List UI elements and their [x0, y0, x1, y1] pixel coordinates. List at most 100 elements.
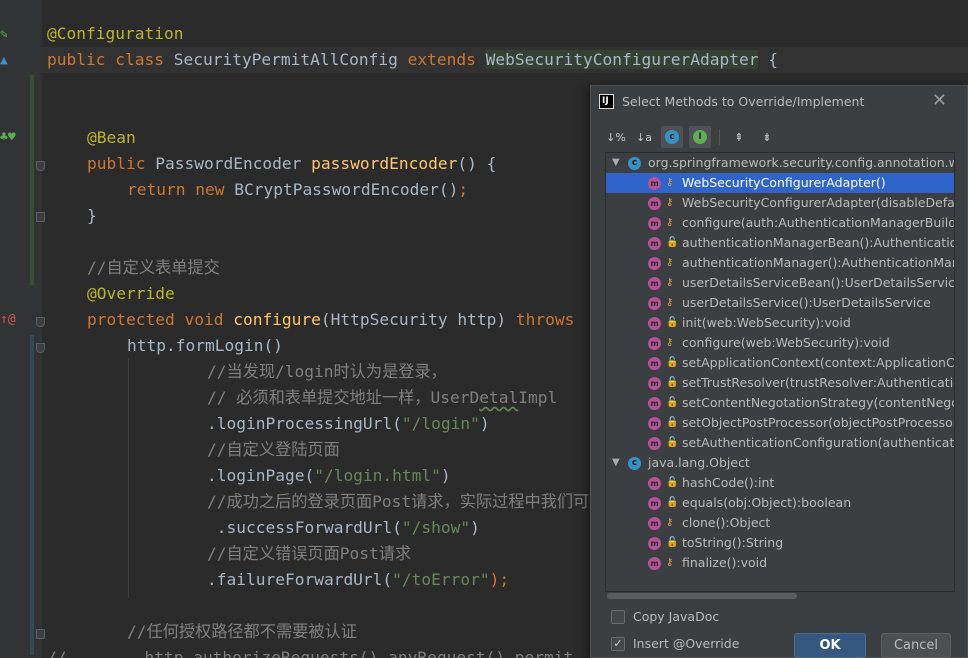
method-row[interactable]: m 🔓 toString():String — [606, 533, 954, 553]
protected-key-icon: ⚷ — [666, 217, 674, 228]
run-gutter-icon[interactable]: ▲ — [0, 54, 8, 67]
method-row[interactable]: m 🔓 setContentNegotationStrategy(contentNe… — [606, 393, 954, 413]
protected-key-icon: ⚷ — [666, 177, 674, 188]
method-row[interactable]: m ⚷ authenticationManager():Authentication… — [606, 253, 954, 273]
method-call: .loginProcessingUrl( — [207, 414, 402, 433]
horizontal-scrollbar[interactable] — [605, 592, 955, 600]
sort-alphabetically-icon[interactable]: ↓a — [633, 126, 655, 148]
change-marker-added — [30, 75, 34, 285]
method-row[interactable]: m 🔓 setAuthenticationConfiguration(authent… — [606, 433, 954, 453]
params: () { — [457, 154, 497, 173]
method-row[interactable]: m ⚷ configure(auth:AuthenticationManagerBu… — [606, 213, 954, 233]
collapse-all-icon[interactable]: ⇟ — [756, 126, 778, 148]
copy-javadoc-checkbox[interactable]: Copy JavaDoc — [611, 609, 719, 624]
method-signature: configure(web:WebSecurity):void — [682, 335, 890, 350]
paren: ) — [440, 466, 451, 485]
method-signature: configure(auth:AuthenticationManagerBuil… — [682, 215, 955, 230]
method-row[interactable]: m ⚷ configure(web:WebSecurity):void — [606, 333, 954, 353]
class-name: SecurityPermitAllConfig — [173, 50, 408, 69]
checkbox-box — [611, 609, 625, 624]
fold-marker[interactable] — [36, 317, 45, 327]
comment: //当发现/login时认为是登录， — [207, 362, 447, 381]
fold-marker[interactable] — [36, 629, 45, 639]
method-row[interactable]: m 🔓 equals(obj:Object):boolean — [606, 493, 954, 513]
expand-all-icon[interactable]: ⇞ — [728, 126, 750, 148]
bean-link-gutter-icon[interactable]: ♣♥ — [0, 131, 16, 144]
keyword: throws — [515, 310, 575, 329]
comment: http.authorizeRequests().anyRequest().pe… — [66, 648, 574, 658]
method-icon: m — [648, 237, 661, 250]
method-row[interactable]: m 🔓 setObjectPostProcessor(objectPostProce… — [606, 413, 954, 433]
base-class-name: WebSecurityConfigurerAdapter — [485, 50, 759, 69]
semicolon: ; — [458, 180, 469, 199]
class-icon: c — [628, 157, 641, 170]
ok-button[interactable]: OK — [794, 633, 866, 658]
public-lock-icon: 🔓 — [666, 477, 679, 488]
keyword: new — [195, 180, 235, 199]
comment: //自定义表单提交 — [87, 258, 220, 277]
tree-group-header[interactable]: ▼ c org.springframework.security.config.an… — [606, 153, 954, 173]
close-icon[interactable]: ✕ — [932, 90, 947, 111]
comment: //成功之后的登录页面Post请求，实际过程中我们可以 — [207, 492, 606, 511]
method-icon: m — [648, 357, 661, 370]
method-call: .loginPage( — [207, 466, 315, 485]
code-line: //自定义错误页面Post请求 — [207, 541, 411, 567]
code-line: //自定义登陆页面 — [207, 437, 340, 463]
method-icon: m — [648, 177, 661, 190]
tree-group-header[interactable]: ▼ c java.lang.Object — [606, 453, 954, 473]
bean-gutter-icon[interactable]: ✎ — [0, 28, 8, 41]
fold-marker[interactable] — [36, 161, 45, 171]
scrollbar-thumb[interactable] — [607, 593, 797, 599]
code-line: .loginProcessingUrl("/login") — [207, 411, 490, 437]
class-icon: c — [628, 457, 641, 470]
fold-marker[interactable] — [36, 343, 45, 353]
typo-word: etal — [479, 388, 519, 407]
string-literal: "/login.html" — [314, 466, 441, 485]
keyword: public — [47, 50, 116, 69]
method-icon: m — [648, 277, 661, 290]
constructor-call: BCryptPasswordEncoder() — [234, 180, 459, 199]
method-row[interactable]: m 🔓 hashCode():int — [606, 473, 954, 493]
public-lock-icon: 🔓 — [666, 237, 679, 248]
method-icon: m — [648, 517, 661, 530]
insert-override-checkbox[interactable]: ✓ Insert @Override — [611, 636, 739, 651]
fold-marker[interactable] — [36, 212, 45, 222]
method-signature: authenticationManager():AuthenticationMa… — [682, 255, 955, 270]
method-row[interactable]: m 🔓 setApplicationContext(context:Applicat… — [606, 353, 954, 373]
code-line: //当发现/login时认为是登录， — [207, 359, 447, 385]
method-row[interactable]: m 🔓 setTrustResolver(trustResolver:Authent… — [606, 373, 954, 393]
public-lock-icon: 🔓 — [666, 397, 679, 408]
group-by-class-button[interactable]: c — [661, 126, 683, 148]
override-gutter-icon[interactable]: ↑@ — [0, 313, 16, 326]
chevron-down-icon[interactable]: ▼ — [612, 453, 620, 473]
method-tree[interactable]: ▼ c org.springframework.security.config.an… — [605, 152, 955, 592]
public-lock-icon: 🔓 — [666, 357, 679, 368]
method-signature: hashCode():int — [682, 475, 775, 490]
code-line: // http.authorizeRequests().anyRequest()… — [47, 645, 573, 658]
method-row[interactable]: m ⚷ userDetailsService():UserDetailsServic… — [606, 293, 954, 313]
chevron-down-icon[interactable]: ▼ — [612, 153, 620, 173]
keyword: protected — [87, 310, 185, 329]
method-row[interactable]: m 🔓 authenticationManagerBean():Authentica… — [606, 233, 954, 253]
class-icon: c — [665, 130, 679, 144]
code-line: //自定义表单提交 — [87, 255, 220, 281]
method-row[interactable]: m ⚷ clone():Object — [606, 513, 954, 533]
copy-javadoc-label: Copy JavaDoc — [633, 609, 720, 624]
method-row[interactable]: m ⚷ finalize():void — [606, 553, 954, 573]
method-icon: m — [648, 417, 661, 430]
method-row[interactable]: m ⚷ WebSecurityConfigurerAdapter() — [606, 173, 954, 193]
cancel-button[interactable]: Cancel — [881, 633, 951, 658]
method-icon: m — [648, 257, 661, 270]
method-row[interactable]: m ⚷ WebSecurityConfigurerAdapter(disableDe… — [606, 193, 954, 213]
code-line: @Override — [87, 281, 175, 307]
code-line: public class SecurityPermitAllConfig ext… — [47, 47, 778, 73]
show-interfaces-button[interactable]: I — [689, 126, 711, 148]
protected-key-icon: ⚷ — [666, 557, 674, 568]
method-row[interactable]: m ⚷ userDetailsServiceBean():UserDetailsSe… — [606, 273, 954, 293]
method-row[interactable]: m 🔓 init(web:WebSecurity):void — [606, 313, 954, 333]
annotation: @Bean — [87, 128, 136, 147]
dialog-titlebar[interactable]: IJ Select Methods to Override/Implement … — [591, 86, 967, 118]
sort-by-visibility-icon[interactable]: ↓% — [605, 126, 627, 148]
method-icon: m — [648, 477, 661, 490]
public-lock-icon: 🔓 — [666, 537, 679, 548]
